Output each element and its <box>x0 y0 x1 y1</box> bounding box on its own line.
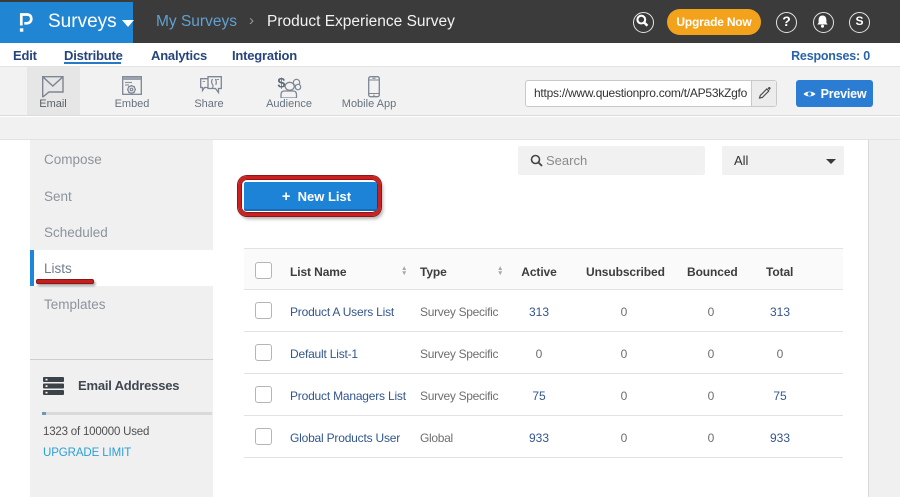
svg-text:$: $ <box>278 75 286 91</box>
